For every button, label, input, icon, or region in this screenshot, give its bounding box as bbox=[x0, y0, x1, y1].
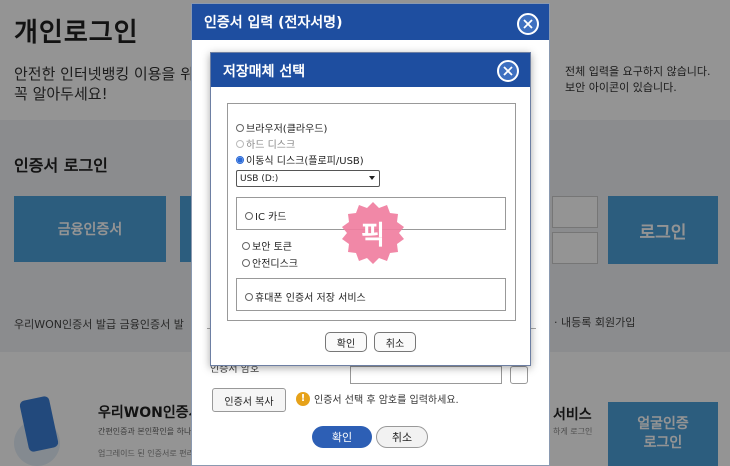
cert-input-dialog-title: 인증서 입력 (전자서명) bbox=[204, 15, 343, 31]
option-removable-disk[interactable]: 이동식 디스크(플로피/USB) bbox=[236, 152, 364, 167]
option-security-token[interactable]: 보안 토큰 bbox=[242, 238, 292, 253]
storage-cancel-button[interactable]: 취소 bbox=[374, 332, 416, 352]
storage-dialog-title: 저장매체 선택 bbox=[223, 64, 306, 80]
option-hard-disk-label: 하드 디스크 bbox=[246, 140, 296, 151]
cert-copy-button[interactable]: 인증서 복사 bbox=[212, 388, 286, 412]
phone-storage-box: 휴대폰 인증서 저장 서비스 bbox=[236, 278, 506, 311]
storage-dialog-header: 저장매체 선택 bbox=[211, 53, 530, 87]
radio-safe-disk[interactable] bbox=[242, 258, 250, 267]
cert-input-dialog-header: 인증서 입력 (전자서명) bbox=[192, 4, 549, 40]
option-phone-storage[interactable]: 휴대폰 인증서 저장 서비스 bbox=[245, 289, 366, 304]
radio-hard-disk[interactable] bbox=[236, 139, 244, 148]
option-ic-card-label: IC 카드 bbox=[255, 212, 287, 223]
option-hard-disk[interactable]: 하드 디스크 bbox=[236, 136, 295, 151]
radio-removable-disk[interactable] bbox=[236, 155, 244, 164]
drive-select[interactable]: USB (D:) bbox=[236, 170, 380, 187]
option-safe-disk-label: 안전디스크 bbox=[252, 259, 298, 270]
drive-select-value: USB (D:) bbox=[240, 173, 279, 184]
radio-phone-storage[interactable] bbox=[245, 292, 253, 301]
option-removable-disk-label: 이동식 디스크(플로피/USB) bbox=[246, 156, 364, 167]
radio-browser[interactable] bbox=[236, 123, 244, 132]
storage-dialog-close-button[interactable] bbox=[497, 60, 519, 82]
option-safe-disk[interactable]: 안전디스크 bbox=[242, 255, 298, 270]
warning-icon: ! bbox=[296, 391, 310, 406]
option-phone-storage-label: 휴대폰 인증서 저장 서비스 bbox=[255, 293, 366, 304]
radio-ic-card[interactable] bbox=[245, 211, 253, 220]
option-security-token-label: 보안 토큰 bbox=[252, 242, 292, 253]
warning-message: ! 인증서 선택 후 암호를 입력하세요. bbox=[296, 391, 459, 406]
close-icon bbox=[503, 66, 513, 76]
cert-input-cancel-button[interactable]: 취소 bbox=[376, 426, 428, 448]
pick-stamp-text: 픽 bbox=[361, 220, 385, 251]
cert-input-close-button[interactable] bbox=[517, 13, 539, 35]
close-icon bbox=[523, 19, 533, 29]
option-ic-card[interactable]: IC 카드 bbox=[245, 208, 287, 223]
chevron-down-icon bbox=[369, 176, 375, 180]
option-browser[interactable]: 브라우저(클라우드) bbox=[236, 120, 327, 135]
radio-security-token[interactable] bbox=[242, 241, 250, 250]
cert-password-input[interactable] bbox=[350, 366, 502, 384]
cert-input-ok-button[interactable]: 확인 bbox=[312, 426, 372, 448]
option-browser-label: 브라우저(클라우드) bbox=[246, 124, 328, 135]
warning-text: 인증서 선택 후 암호를 입력하세요. bbox=[314, 395, 459, 406]
storage-ok-button[interactable]: 확인 bbox=[325, 332, 367, 352]
virtual-keyboard-icon[interactable] bbox=[510, 366, 528, 384]
